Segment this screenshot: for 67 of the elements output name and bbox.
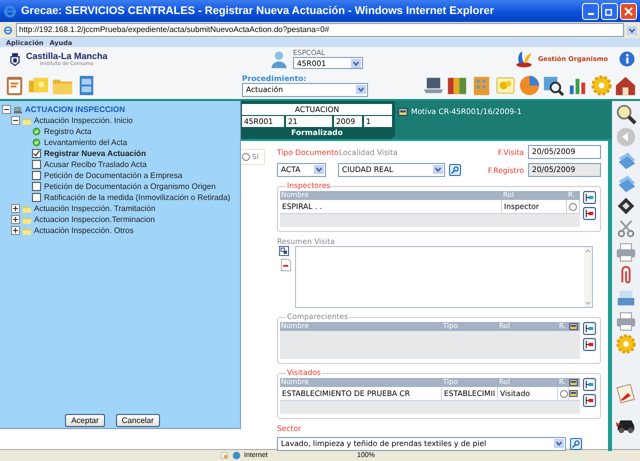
minimize-icon	[588, 12, 594, 14]
search-button[interactable]	[449, 164, 461, 176]
task-checkbox[interactable]	[32, 171, 41, 180]
caret-icon	[356, 84, 366, 94]
folder-icon	[22, 226, 32, 236]
tree-item[interactable]: Acusar Recibo Traslado Acta	[44, 160, 147, 169]
tree-item[interactable]: Registro Acta	[44, 127, 92, 136]
folder-icon	[22, 116, 32, 126]
task-checkbox[interactable]	[32, 182, 41, 191]
remove-button[interactable]	[583, 207, 596, 220]
window-title: Grecae: SERVICIOS CENTRALES - Registrar Nueva Actuación - Windows Internet Explorer	[21, 5, 496, 17]
cancel-button[interactable]: Cancelar	[116, 414, 160, 427]
tree-item[interactable]: Petición de Documentación a Empresa	[44, 171, 182, 180]
dropdown-icon[interactable]	[627, 26, 637, 34]
caret-icon	[314, 165, 324, 174]
check-circle-icon	[32, 138, 41, 147]
add-button[interactable]	[583, 322, 596, 335]
logo-title: Castilla-La Mancha	[26, 51, 108, 61]
row-radio[interactable]	[560, 390, 568, 398]
caret-icon	[554, 439, 564, 448]
expand-icon[interactable]	[279, 246, 289, 256]
yes-radio[interactable]	[242, 153, 250, 161]
pie-chart-icon[interactable]	[518, 74, 541, 96]
folder-icon	[22, 204, 32, 214]
search-icon[interactable]	[615, 103, 637, 125]
info-icon[interactable]	[618, 50, 636, 68]
check-circle-icon	[32, 127, 41, 136]
tree-folder[interactable]: Actuacion Inspeccion.Terminacion	[34, 215, 155, 224]
accept-button[interactable]: Aceptar	[65, 414, 105, 427]
globe-icon	[232, 451, 241, 460]
printer-icon[interactable]	[615, 241, 637, 263]
expand-icon[interactable]	[11, 226, 20, 235]
address-field[interactable]: http://192.168.1.2/jccmPrueba/expediente/acta/submitNuevoActaAction.do?pestana=0#	[16, 23, 624, 37]
close-button[interactable]	[620, 2, 637, 20]
task-checkbox[interactable]	[32, 160, 41, 169]
tree-folder[interactable]: Actuación Inspección. Inicio	[34, 116, 133, 125]
search-button[interactable]	[570, 438, 582, 450]
card-icon[interactable]	[398, 107, 408, 117]
caret-icon	[433, 165, 443, 174]
task-checkbox[interactable]	[32, 193, 41, 202]
tree-root[interactable]: ACTUACION INSPECCION	[25, 105, 126, 114]
security-icon	[220, 451, 229, 460]
remove-button[interactable]	[583, 394, 596, 407]
minimize-button[interactable]	[582, 2, 599, 20]
tree-item[interactable]: Ratificación de la medida (Inmovilización o Retirada)	[44, 193, 230, 202]
tree-folder[interactable]: Actuación Inspección. Otros	[34, 226, 134, 235]
tree-folder[interactable]: Actuación Inspección. Tramitación	[34, 204, 156, 213]
add-button[interactable]	[583, 378, 596, 391]
caret-icon	[350, 59, 361, 68]
restore-icon	[605, 6, 614, 16]
row-radio[interactable]	[569, 202, 577, 210]
expand-icon[interactable]	[11, 204, 20, 213]
tree-item[interactable]: Levantamiento del Acta	[44, 138, 128, 147]
printer-icon[interactable]	[615, 310, 637, 332]
tree-item[interactable]: Petición de Documentación a Organismo Origen	[44, 182, 216, 191]
collapse-icon[interactable]	[2, 105, 11, 114]
task-checkbox[interactable]	[32, 149, 41, 158]
expand-icon[interactable]	[11, 215, 20, 224]
restore-button[interactable]	[601, 2, 618, 20]
add-button[interactable]	[583, 191, 596, 204]
remove-button[interactable]	[583, 338, 596, 351]
collapse-icon[interactable]	[11, 116, 20, 125]
card-icon[interactable]	[569, 322, 578, 331]
folder-icon	[22, 214, 32, 224]
tree-item[interactable]: Registrar Nueva Actuación	[44, 149, 146, 158]
close-icon	[624, 6, 633, 16]
computer-icon	[13, 104, 23, 114]
